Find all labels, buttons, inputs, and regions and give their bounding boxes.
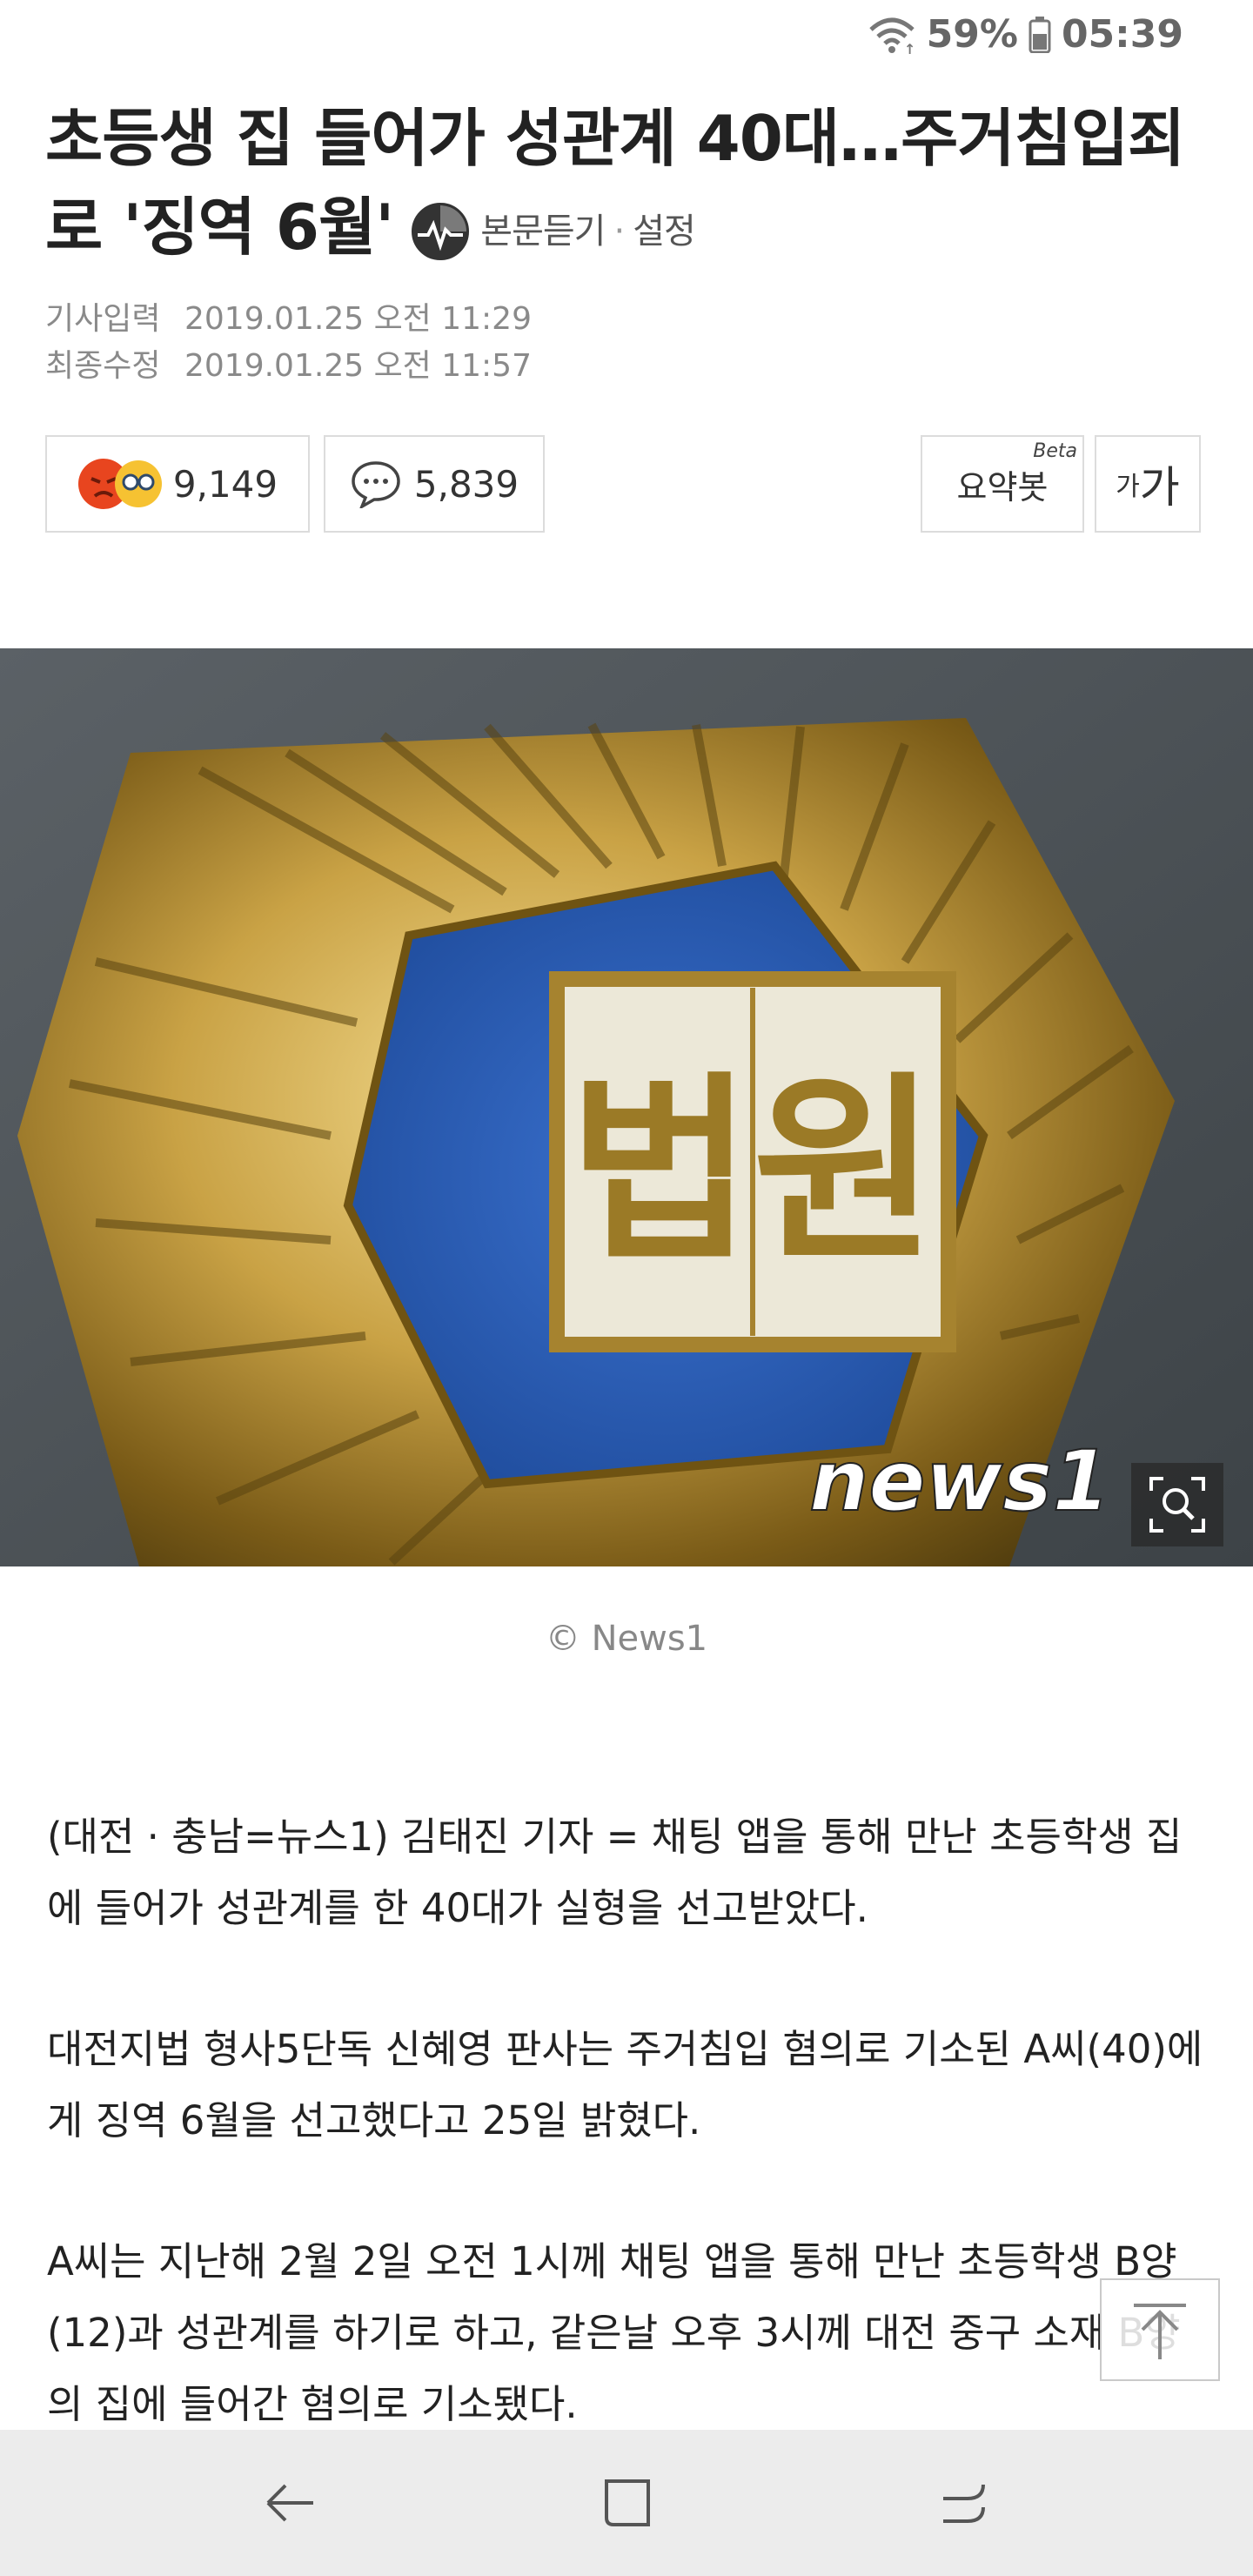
reaction-count: 9,149 bbox=[172, 462, 278, 506]
wifi-icon: ↑↓ bbox=[868, 17, 916, 54]
recents-button[interactable] bbox=[911, 2451, 1015, 2555]
status-icons: ↑↓ 59% 05:39 bbox=[868, 12, 1183, 57]
scroll-top-button[interactable] bbox=[1100, 2278, 1220, 2381]
listen-controls: 본문듣기 · 설정 bbox=[409, 187, 696, 276]
beta-badge: Beta bbox=[1033, 440, 1077, 462]
image-caption: © News1 bbox=[545, 1619, 708, 1659]
font-large-glyph: 가 bbox=[1139, 462, 1180, 513]
article-image[interactable]: 법원 news1 bbox=[0, 648, 1253, 1566]
font-small-glyph: 가 bbox=[1116, 472, 1140, 502]
modified-date: 2019.01.25 오전 11:57 bbox=[184, 348, 532, 384]
font-size-button[interactable]: 가가 bbox=[1095, 435, 1201, 533]
article-title-block: 초등생 집 들어가 성관계 40대…주거침입죄로 '징역 6월' 본문듣기 · … bbox=[45, 94, 1211, 276]
modified-label: 최종수정 bbox=[45, 348, 161, 384]
back-arrow-icon bbox=[266, 2484, 314, 2522]
svg-text:↑↓: ↑↓ bbox=[904, 41, 916, 54]
paragraph: 대전지법 형사5단독 신혜영 판사는 주거침입 혐의로 기소된 A씨(40)에게… bbox=[47, 2026, 1203, 2143]
separator: · bbox=[613, 211, 625, 252]
paragraph: A씨는 지난해 2월 2일 오전 1시께 채팅 앱을 통해 만난 초등학생 B양… bbox=[47, 2238, 1181, 2427]
summary-bot-button[interactable]: 요약봇 Beta bbox=[921, 435, 1084, 533]
battery-icon bbox=[1029, 16, 1051, 53]
comment-icon bbox=[352, 461, 400, 508]
plaque-text: 법원 bbox=[568, 1056, 936, 1288]
reaction-button[interactable]: 9,149 bbox=[45, 435, 310, 533]
recents-icon bbox=[942, 2484, 985, 2523]
glasses-face-icon bbox=[114, 460, 162, 507]
article-meta: 기사입력 2019.01.25 오전 11:29 최종수정 2019.01.25 오… bbox=[45, 296, 532, 390]
battery-percent: 59% bbox=[926, 12, 1018, 57]
status-bar: ↑↓ 59% 05:39 bbox=[0, 0, 1253, 70]
summary-bot-label: 요약봇 bbox=[956, 467, 1049, 506]
arrow-up-icon bbox=[1134, 2304, 1186, 2359]
zoom-icon bbox=[1149, 1477, 1205, 1533]
news1-watermark: news1 bbox=[809, 1432, 1110, 1530]
listen-button[interactable]: 본문듣기 bbox=[480, 187, 606, 276]
published-row: 기사입력 2019.01.25 오전 11:29 bbox=[45, 296, 532, 343]
published-date: 2019.01.25 오전 11:29 bbox=[184, 301, 532, 337]
paragraph: (대전 · 충남=뉴스1) 김태진 기자 = 채팅 앱을 통해 만난 초등학생 … bbox=[47, 1814, 1183, 1931]
court-emblem-photo: 법원 news1 bbox=[0, 648, 1253, 1566]
clock: 05:39 bbox=[1061, 12, 1183, 57]
system-nav-bar bbox=[0, 2430, 1253, 2576]
listen-icon[interactable] bbox=[409, 200, 472, 263]
published-label: 기사입력 bbox=[45, 301, 161, 337]
home-square-icon bbox=[604, 2479, 650, 2526]
comment-count: 5,839 bbox=[413, 462, 519, 506]
home-button[interactable] bbox=[574, 2451, 679, 2555]
comment-button[interactable]: 5,839 bbox=[324, 435, 545, 533]
settings-link[interactable]: 설정 bbox=[633, 187, 696, 276]
reaction-emojis bbox=[77, 458, 164, 510]
zoom-button[interactable] bbox=[1131, 1463, 1223, 1546]
modified-row: 최종수정 2019.01.25 오전 11:57 bbox=[45, 343, 532, 390]
back-button[interactable] bbox=[238, 2451, 342, 2555]
article-body: (대전 · 충남=뉴스1) 김태진 기자 = 채팅 앱을 통해 만난 초등학생 … bbox=[47, 1801, 1213, 2510]
